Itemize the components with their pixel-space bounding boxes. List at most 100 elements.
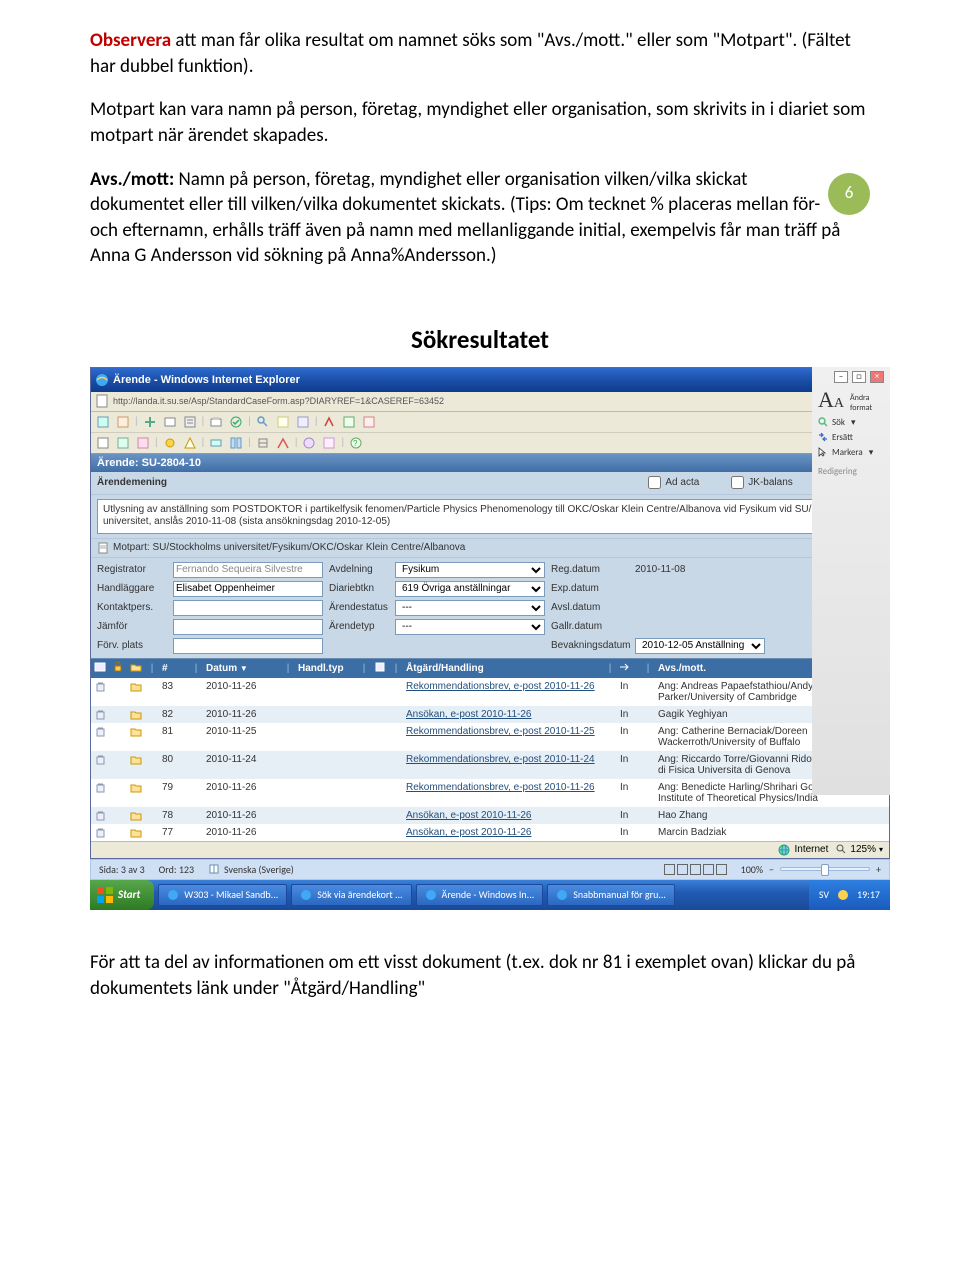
toolbar-icon[interactable] [255, 435, 271, 451]
folder-icon[interactable] [127, 753, 145, 766]
change-format-icon[interactable]: AA [818, 387, 844, 413]
toolbar-icon[interactable] [321, 414, 337, 430]
row-num: 81 [159, 725, 189, 738]
delete-icon[interactable] [91, 708, 109, 721]
toolbar-icon[interactable] [182, 414, 198, 430]
toolbar-icon[interactable]: ? [348, 435, 364, 451]
delete-icon[interactable] [91, 826, 109, 839]
word-language[interactable]: Svenska (Sverige) [208, 863, 294, 876]
delete-icon[interactable] [91, 725, 109, 738]
kontaktpers-input[interactable] [173, 600, 323, 616]
start-label: Start [118, 888, 140, 901]
toolbar-icon[interactable] [95, 414, 111, 430]
folder-icon[interactable] [127, 809, 145, 822]
toolbar-icon[interactable] [228, 414, 244, 430]
taskbar-task[interactable]: Snabbmanual för gru... [547, 884, 675, 906]
toolbar-icon[interactable] [341, 414, 357, 430]
toolbar-icon[interactable] [321, 435, 337, 451]
toolbar-icon[interactable] [208, 435, 224, 451]
replace-menu[interactable]: Ersätt [818, 432, 884, 443]
hdr-lock-icon[interactable] [109, 661, 127, 676]
table-row: 802010-11-24Rekommendationsbrev, e-post … [91, 751, 889, 779]
maximize-icon[interactable]: □ [852, 371, 866, 383]
bevakning-select[interactable]: 2010-12-05 Anställning [635, 638, 765, 654]
delete-icon[interactable] [91, 680, 109, 693]
delete-icon[interactable] [91, 753, 109, 766]
ad-acta-checkbox[interactable]: Ad acta [648, 476, 699, 489]
arendemening-header: Ärendemening Ad acta JK-balans PUL: --- [91, 472, 889, 495]
word-view-buttons[interactable] [664, 864, 727, 875]
toolbar-icon[interactable] [95, 435, 111, 451]
row-num: 79 [159, 781, 189, 794]
toolbar-icon[interactable] [142, 414, 158, 430]
row-action-link[interactable]: Rekommendationsbrev, e-post 2010-11-26 [403, 680, 603, 693]
tray-clock[interactable]: 19:17 [857, 888, 880, 901]
toolbar-icon[interactable] [135, 435, 151, 451]
row-action-link[interactable]: Rekommendationsbrev, e-post 2010-11-26 [403, 781, 603, 794]
hdr-datum[interactable]: Datum ▼ [203, 663, 281, 674]
toolbar-icon[interactable] [228, 435, 244, 451]
forvplats-input[interactable] [173, 638, 323, 654]
zoom-control[interactable]: 125% ▾ [836, 844, 883, 855]
tray-icon[interactable] [837, 889, 849, 901]
row-action-link[interactable]: Ansökan, e-post 2010-11-26 [403, 708, 603, 721]
diariebtkn-select[interactable]: 619 Övriga anställningar [395, 581, 545, 597]
find-menu[interactable]: Sök▾ [818, 417, 884, 428]
toolbar-icon[interactable] [275, 435, 291, 451]
registrator-input[interactable] [173, 562, 323, 578]
toolbar-icon[interactable] [301, 435, 317, 451]
toolbar-icon[interactable] [275, 414, 291, 430]
start-button[interactable]: Start [90, 880, 154, 910]
avdelning-select[interactable]: Fysikum [395, 562, 545, 578]
hdr-handltyp[interactable]: Handl.typ [295, 663, 357, 674]
tray-lang[interactable]: SV [819, 888, 829, 901]
minimize-icon[interactable]: – [834, 371, 848, 383]
hdr-atgard[interactable]: Åtgärd/Handling [403, 663, 603, 674]
handlaggare-input[interactable] [173, 581, 323, 597]
toolbar-icon[interactable] [115, 414, 131, 430]
row-action-link[interactable]: Ansökan, e-post 2010-11-26 [403, 826, 603, 839]
globe-icon [778, 844, 790, 856]
arendestatus-select[interactable]: --- [395, 600, 545, 616]
delete-icon[interactable] [91, 809, 109, 822]
hdr-folder-icon[interactable] [127, 661, 145, 676]
toolbar-icon[interactable] [182, 435, 198, 451]
case-description[interactable]: Utlysning av anställning som POSTDOKTOR … [97, 499, 883, 534]
folder-icon[interactable] [127, 781, 145, 794]
word-page-indicator[interactable]: Sida: 3 av 3 [99, 863, 145, 876]
delete-icon[interactable] [91, 781, 109, 794]
folder-icon[interactable] [127, 826, 145, 839]
hdr-num[interactable]: # [159, 663, 189, 674]
close-icon[interactable]: × [870, 371, 884, 383]
url-field[interactable]: http://landa.it.su.se/Asp/StandardCaseFo… [113, 396, 876, 406]
toolbar-icon[interactable] [162, 414, 178, 430]
select-menu[interactable]: Markera▾ [818, 447, 884, 458]
toolbar-row-1: | | | | [91, 412, 889, 433]
folder-icon[interactable] [127, 708, 145, 721]
taskbar-task[interactable]: Ärende - Windows In... [416, 884, 544, 906]
row-action-link[interactable]: Rekommendationsbrev, e-post 2010-11-24 [403, 753, 603, 766]
jamfor-input[interactable] [173, 619, 323, 635]
folder-icon[interactable] [127, 680, 145, 693]
row-action-link[interactable]: Rekommendationsbrev, e-post 2010-11-25 [403, 725, 603, 738]
hdr-attach-icon[interactable] [371, 661, 389, 676]
arendetyp-select[interactable]: --- [395, 619, 545, 635]
folder-icon[interactable] [127, 725, 145, 738]
jk-balans-checkbox[interactable]: JK-balans [731, 476, 792, 489]
ie-title-text: Ärende - Windows Internet Explorer [113, 374, 300, 386]
toolbar-icon[interactable] [208, 414, 224, 430]
lbl-gallrdatum: Gallr.datum [551, 621, 629, 632]
hdr-dir-icon[interactable] [617, 662, 641, 675]
toolbar-icon[interactable] [255, 414, 271, 430]
taskbar-task[interactable]: Sök via ärendekort ... [291, 884, 411, 906]
toolbar-icon[interactable] [115, 435, 131, 451]
row-handltyp [295, 781, 357, 783]
toolbar-icon[interactable] [162, 435, 178, 451]
toolbar-icon[interactable] [295, 414, 311, 430]
row-action-link[interactable]: Ansökan, e-post 2010-11-26 [403, 809, 603, 822]
toolbar-icon[interactable] [361, 414, 377, 430]
taskbar-task[interactable]: W303 - Mikael Sandb... [158, 884, 287, 906]
word-zoom-slider[interactable]: 100% − + [741, 863, 881, 876]
hdr-icon[interactable] [91, 661, 109, 676]
word-word-count[interactable]: Ord: 123 [159, 863, 194, 876]
